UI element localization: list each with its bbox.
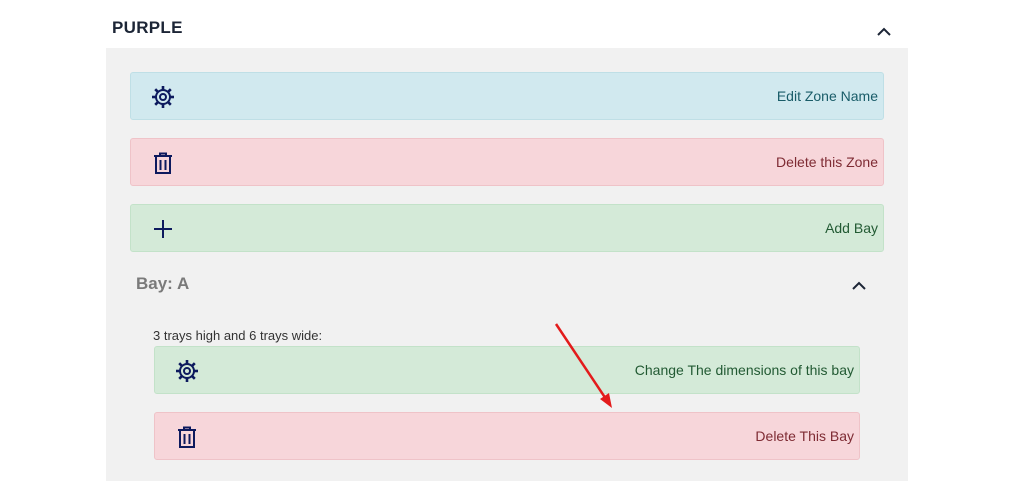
edit-zone-name-label: Edit Zone Name	[776, 88, 878, 104]
change-bay-dimensions-label: Change The dimensions of this bay	[634, 362, 854, 378]
add-bay-button[interactable]: Add Bay	[130, 204, 884, 252]
gear-icon	[152, 86, 174, 108]
change-bay-dimensions-button[interactable]: Change The dimensions of this bay	[154, 346, 860, 394]
page: PURPLE Edit Zone Name Delete this Zone A…	[0, 0, 1019, 481]
plus-icon	[154, 220, 172, 238]
chevron-up-icon[interactable]	[850, 279, 868, 292]
delete-zone-button[interactable]: Delete this Zone	[130, 138, 884, 186]
zone-header: PURPLE	[106, 0, 908, 48]
edit-zone-name-button[interactable]: Edit Zone Name	[130, 72, 884, 120]
trash-icon	[154, 152, 172, 174]
delete-zone-label: Delete this Zone	[776, 154, 878, 170]
add-bay-label: Add Bay	[825, 220, 878, 236]
delete-bay-label: Delete This Bay	[755, 428, 854, 444]
zone-title: PURPLE	[112, 18, 183, 37]
bay-dimensions-text: 3 trays high and 6 trays wide:	[153, 328, 323, 343]
delete-bay-button[interactable]: Delete This Bay	[154, 412, 860, 460]
bay-title: Bay: A	[136, 274, 190, 293]
gear-icon	[176, 360, 198, 382]
chevron-up-icon[interactable]	[874, 24, 894, 38]
trash-icon	[178, 426, 196, 448]
